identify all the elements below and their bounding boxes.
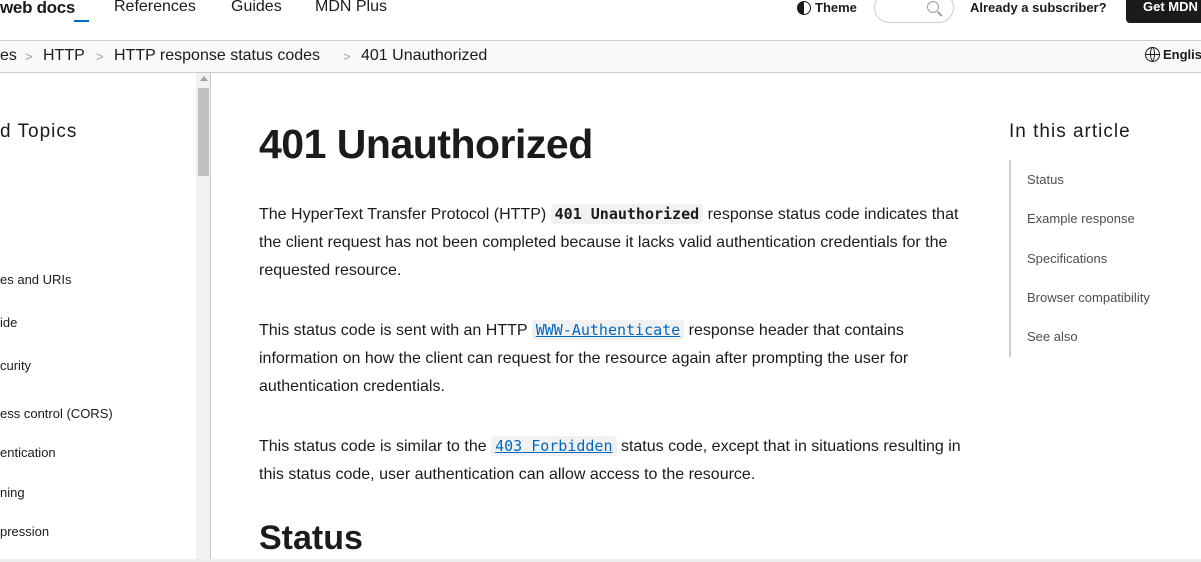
top-navigation: web docs References Guides MDN Plus Them… (0, 0, 1201, 41)
nav-link-mdn-plus[interactable]: MDN Plus (315, 0, 387, 16)
search-icon[interactable] (927, 1, 939, 13)
toc-item-status[interactable]: Status (1027, 172, 1064, 187)
theme-switcher-button[interactable]: Theme (797, 0, 857, 15)
toc-item-see-also[interactable]: See also (1027, 329, 1078, 344)
sidebar-item-cors[interactable]: ess control (CORS) (0, 406, 113, 421)
language-label: Englis (1163, 47, 1201, 62)
sidebar-item-resources-uris[interactable]: es and URIs (0, 272, 72, 287)
breadcrumb: es > HTTP > HTTP response status codes >… (0, 41, 1201, 73)
page-title: 401 Unauthorized (259, 121, 593, 167)
status-code-inline: 401 Unauthorized (550, 204, 704, 224)
intro-paragraph: The HyperText Transfer Protocol (HTTP) 4… (259, 200, 969, 285)
theme-label: Theme (815, 0, 857, 15)
403-forbidden-link[interactable]: 403 Forbidden (495, 437, 612, 455)
theme-icon (797, 0, 811, 15)
get-mdn-plus-button[interactable]: Get MDN (1126, 0, 1201, 23)
breadcrumb-separator: > (343, 49, 351, 64)
paragraph-text: This status code is similar to the (259, 438, 492, 455)
scroll-up-arrow-icon[interactable] (200, 76, 208, 81)
www-authenticate-link[interactable]: WWW-Authenticate (536, 321, 681, 339)
toc-title: In this article (1009, 121, 1131, 142)
breadcrumb-separator: > (96, 49, 104, 64)
paragraph-text: The HyperText Transfer Protocol (HTTP) (259, 206, 551, 223)
breadcrumb-item-references[interactable]: es (0, 47, 17, 65)
sidebar-item-caching[interactable]: ning (0, 485, 25, 500)
toc-item-specifications[interactable]: Specifications (1027, 251, 1107, 266)
language-switcher-button[interactable]: Englis (1145, 47, 1201, 62)
status-heading: Status (259, 519, 363, 557)
sidebar-item-guide[interactable]: ide (0, 315, 17, 330)
mdn-logo[interactable]: web docs (0, 0, 75, 18)
sidebar: d Topics es and URIs ide curity ess cont… (0, 73, 211, 562)
paragraph-text: This status code is sent with an HTTP (259, 322, 532, 339)
breadcrumb-separator: > (25, 49, 33, 64)
sidebar-title: d Topics (0, 121, 78, 142)
nav-link-guides[interactable]: Guides (231, 0, 282, 16)
breadcrumb-item-current[interactable]: 401 Unauthorized (361, 47, 487, 65)
nav-link-references[interactable]: References (114, 0, 196, 16)
sidebar-item-compression[interactable]: pression (0, 524, 49, 539)
header-paragraph: This status code is sent with an HTTP WW… (259, 316, 969, 401)
sidebar-item-security[interactable]: curity (0, 358, 31, 373)
sidebar-item-authentication[interactable]: entication (0, 445, 56, 460)
toc-divider (1009, 160, 1011, 357)
subscriber-login-link[interactable]: Already a subscriber? (970, 0, 1107, 15)
similar-code-paragraph: This status code is similar to the 403 F… (259, 432, 969, 489)
breadcrumb-item-status-codes[interactable]: HTTP response status codes (114, 47, 320, 65)
toc-item-example-response[interactable]: Example response (1027, 211, 1135, 226)
sidebar-scrollbar-thumb[interactable] (198, 88, 209, 176)
toc-item-browser-compatibility[interactable]: Browser compatibility (1027, 290, 1150, 305)
logo-underscore (74, 20, 89, 22)
globe-icon (1145, 47, 1160, 62)
breadcrumb-item-http[interactable]: HTTP (43, 47, 85, 65)
search-input[interactable] (874, 0, 954, 23)
